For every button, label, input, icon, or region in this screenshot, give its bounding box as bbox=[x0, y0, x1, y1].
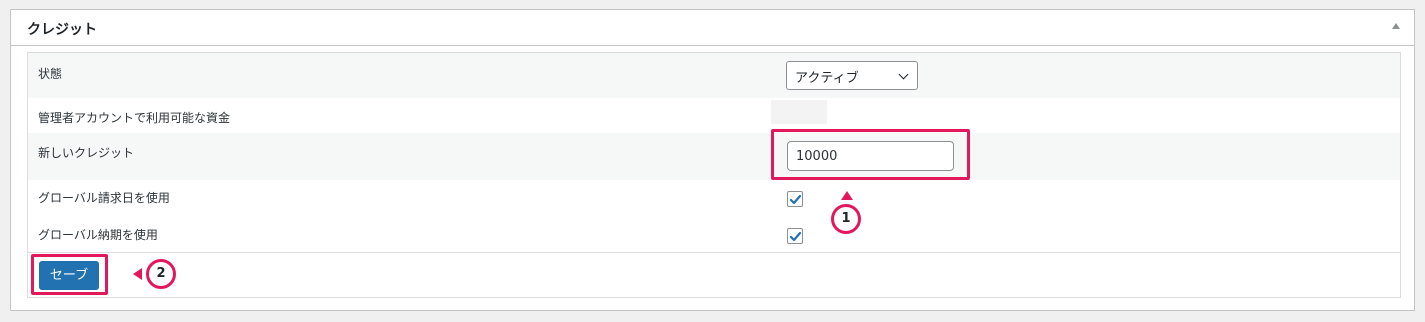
row-admin-funds: 管理者アカウントで利用可能な資金 bbox=[28, 98, 1400, 133]
callout-2-badge: 2 bbox=[146, 259, 176, 289]
highlight-save-button bbox=[31, 254, 108, 295]
callout-1-badge: 1 bbox=[831, 204, 861, 234]
admin-funds-label: 管理者アカウントで利用可能な資金 bbox=[38, 111, 231, 125]
form-footer: セーブ bbox=[28, 252, 1400, 299]
status-label: 状態 bbox=[38, 67, 63, 81]
global-billing-day-checkbox[interactable] bbox=[787, 191, 803, 207]
collapse-triangle-icon[interactable] bbox=[1392, 23, 1400, 29]
panel-title: クレジット bbox=[27, 22, 97, 38]
global-billing-day-label: グローバル請求日を使用 bbox=[38, 191, 170, 205]
row-global-due-date: グローバル納期を使用 bbox=[28, 217, 1400, 252]
callout-1-pointer bbox=[841, 191, 853, 200]
global-due-date-label: グローバル納期を使用 bbox=[38, 228, 158, 242]
credit-form-table: 状態 アクティブ 管理者アカウントで利用可能な資金 新しいクレジット グローバル… bbox=[27, 52, 1401, 298]
panel-header: クレジット bbox=[11, 10, 1414, 46]
row-global-billing-day: グローバル請求日を使用 bbox=[28, 180, 1400, 217]
row-status: 状態 アクティブ bbox=[28, 53, 1400, 98]
checkmark-icon bbox=[789, 194, 802, 205]
highlight-new-credit bbox=[771, 129, 970, 180]
admin-funds-value bbox=[771, 100, 827, 124]
status-select[interactable]: アクティブ bbox=[786, 61, 918, 90]
callout-2-pointer bbox=[133, 268, 142, 280]
global-due-date-checkbox[interactable] bbox=[787, 228, 803, 244]
new-credit-label: 新しいクレジット bbox=[38, 146, 135, 160]
chevron-down-icon bbox=[898, 69, 909, 80]
checkmark-icon bbox=[789, 231, 802, 242]
status-selected-value: アクティブ bbox=[795, 71, 859, 86]
row-new-credit: 新しいクレジット bbox=[28, 133, 1400, 180]
